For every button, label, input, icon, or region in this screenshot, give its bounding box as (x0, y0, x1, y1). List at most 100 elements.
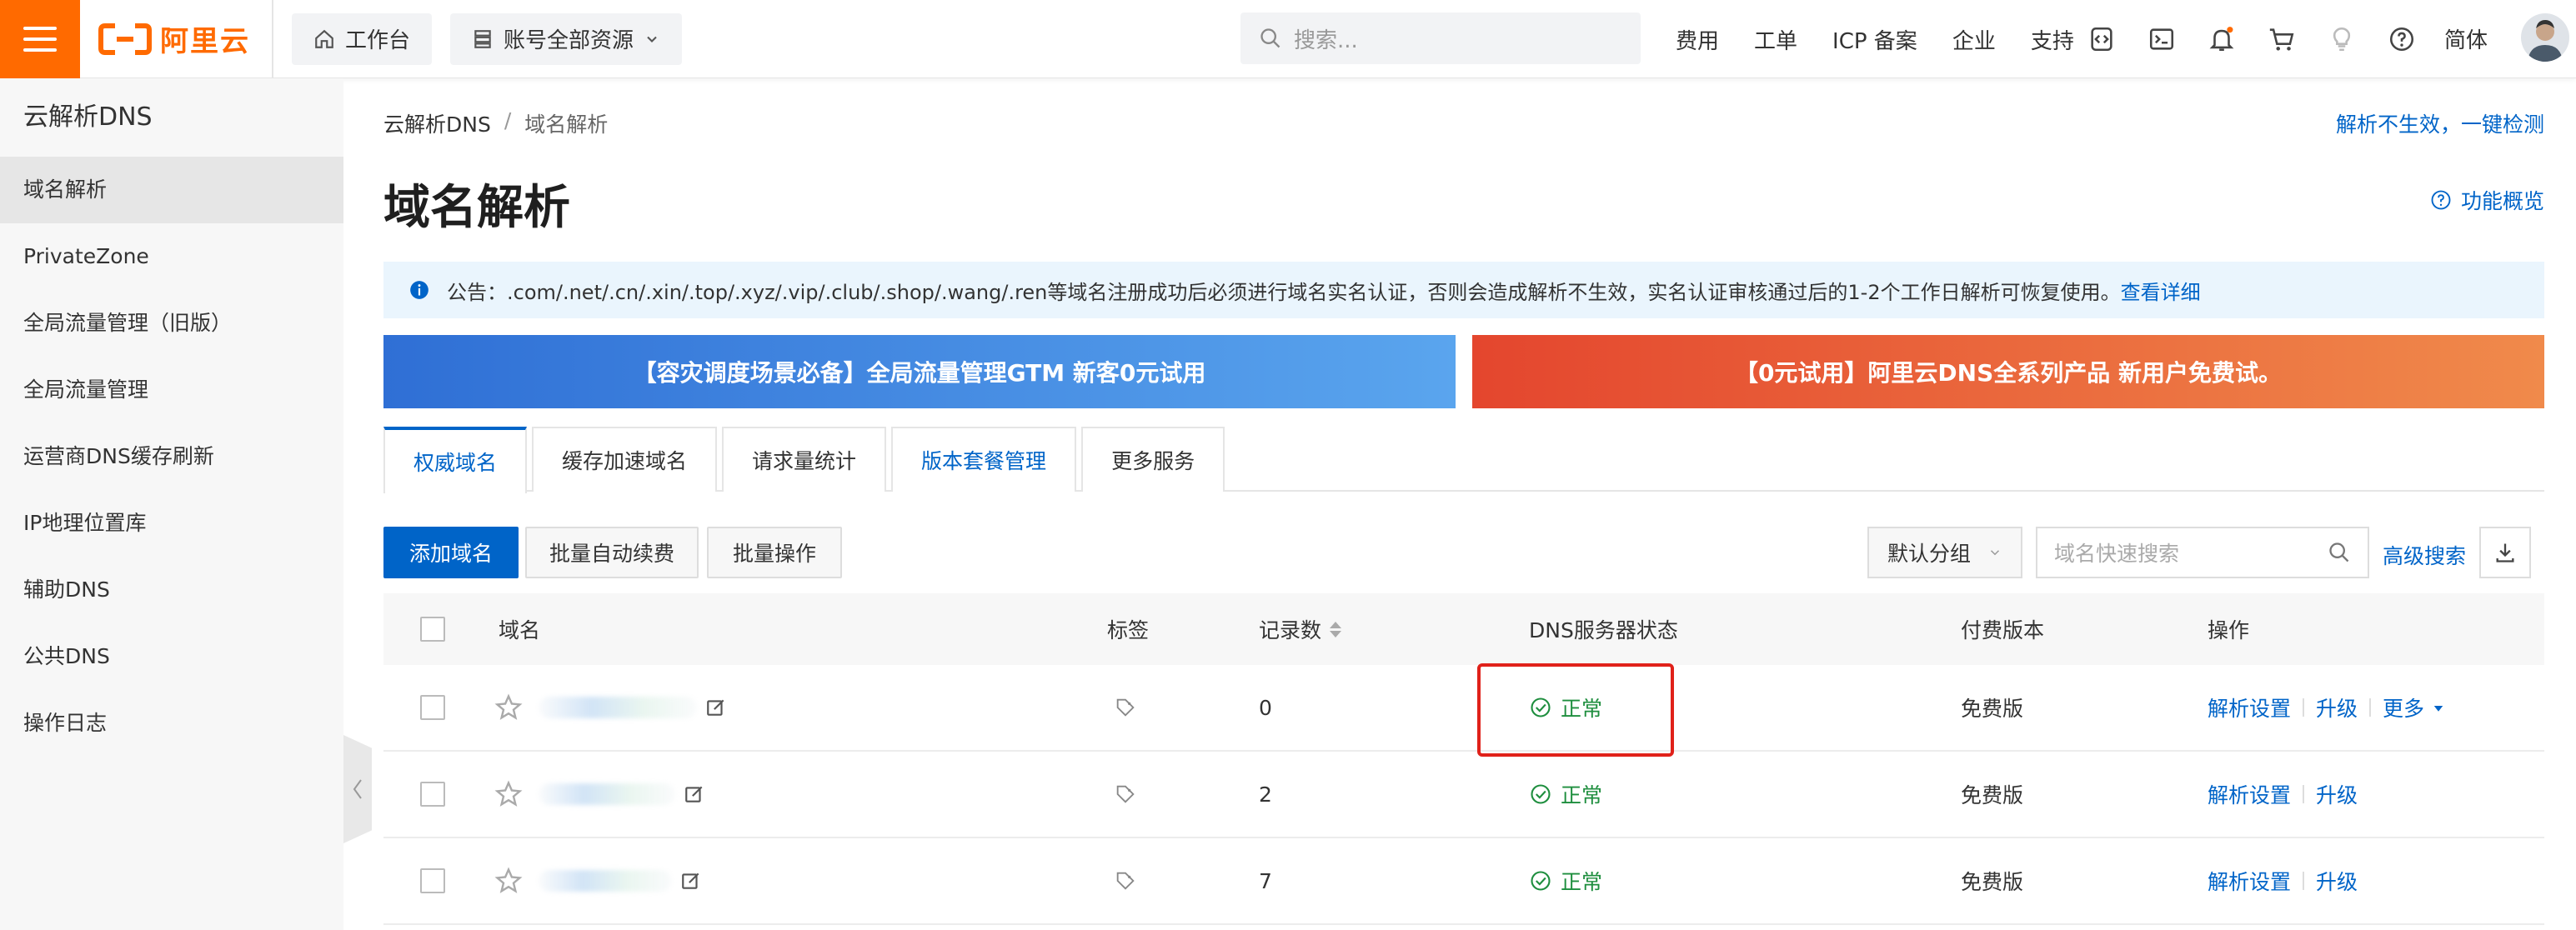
group-select[interactable]: 默认分组 (1867, 527, 2022, 578)
server-icon (474, 29, 491, 48)
search-icon[interactable] (2328, 541, 2351, 564)
action-divider (2303, 785, 2305, 803)
tab-more-services[interactable]: 更多服务 (1081, 427, 1225, 492)
redacted-domain-name (539, 870, 672, 892)
sidebar-item-cache-refresh[interactable]: 运营商DNS缓存刷新 (0, 423, 343, 490)
upgrade-link[interactable]: 升级 (2316, 779, 2358, 809)
resolve-settings-link[interactable]: 解析设置 (2208, 692, 2291, 722)
feature-overview-link[interactable]: 功能概览 (2429, 185, 2544, 215)
edition: 免费版 (1961, 783, 2024, 808)
resources-dropdown[interactable]: 账号全部资源 (450, 12, 683, 65)
resolve-settings-link[interactable]: 解析设置 (2208, 866, 2291, 896)
lightbulb-icon[interactable] (2328, 25, 2356, 53)
export-button[interactable] (2479, 527, 2531, 578)
edition: 免费版 (1961, 697, 2024, 721)
breadcrumb-item-current: 域名解析 (524, 112, 609, 137)
upgrade-link[interactable]: 升级 (2316, 866, 2358, 896)
tab-request-statistics[interactable]: 请求量统计 (722, 427, 887, 492)
star-icon[interactable] (494, 692, 524, 722)
row-checkbox[interactable] (420, 868, 445, 893)
gtm-promo-banner[interactable]: 【容灾调度场景必备】全局流量管理GTM 新客0元试用 (383, 335, 1456, 408)
domain-table: 域名 标签 记录数 DNS服务器状态 付费版本 操作 0 正常 免费版 解析设置… (383, 593, 2544, 925)
action-divider (2303, 872, 2305, 890)
tag-icon[interactable] (1114, 696, 1137, 719)
add-domain-button[interactable]: 添加域名 (383, 527, 519, 578)
sidebar-item-operation-log[interactable]: 操作日志 (0, 690, 343, 757)
global-search-input[interactable]: 搜索... (1240, 12, 1641, 64)
top-menu: 费用 工单 ICP 备案 企业 支持 (1676, 0, 2074, 78)
edit-icon[interactable] (680, 870, 702, 892)
avatar[interactable] (2521, 13, 2569, 62)
upgrade-link[interactable]: 升级 (2316, 692, 2358, 722)
row-checkbox-cell (420, 695, 445, 720)
menu-billing[interactable]: 费用 (1676, 24, 1719, 55)
help-icon[interactable] (2388, 25, 2416, 53)
tag-icon[interactable] (1114, 782, 1137, 806)
more-actions-label: 更多 (2383, 697, 2425, 721)
one-click-check-link[interactable]: 解析不生效，一键检测 (2336, 108, 2544, 138)
sidebar-item-privatezone[interactable]: PrivateZone (0, 223, 343, 290)
feature-overview-label: 功能概览 (2460, 189, 2544, 213)
breadcrumb: 云解析DNS / 域名解析 (383, 108, 608, 138)
page-title: 域名解析 (383, 181, 570, 235)
code-icon[interactable] (2087, 25, 2116, 53)
table-row: 0 正常 免费版 解析设置 升级 更多 (383, 663, 2544, 757)
workbench-button[interactable]: 工作台 (292, 12, 433, 65)
row-checkbox[interactable] (420, 782, 445, 807)
check-circle-icon (1531, 871, 1551, 891)
aliyun-logo-mark-icon (98, 22, 152, 55)
language-switch[interactable]: 简体 (2444, 23, 2488, 54)
domain-name-cell[interactable] (539, 697, 727, 718)
domain-name-cell[interactable] (539, 870, 702, 892)
edit-icon[interactable] (684, 783, 705, 805)
sidebar-collapse-handle[interactable] (343, 735, 372, 843)
terminal-icon[interactable] (2148, 25, 2176, 53)
table-row: 2 正常 免费版 解析设置 升级 (383, 752, 2544, 838)
menu-enterprise[interactable]: 企业 (1952, 24, 1996, 55)
chevron-down-icon (1990, 550, 2000, 556)
hamburger-menu-icon[interactable] (0, 0, 80, 78)
tab-authoritative-domains[interactable]: 权威域名 (383, 427, 528, 493)
redacted-domain-name (539, 697, 697, 718)
select-all-checkbox-cell (420, 617, 445, 642)
aliyun-logo[interactable]: 阿里云 (80, 0, 273, 78)
sidebar-item-public-dns[interactable]: 公共DNS (0, 623, 343, 690)
bell-icon[interactable] (2208, 25, 2236, 53)
sidebar-item-secondary-dns[interactable]: 辅助DNS (0, 557, 343, 623)
select-all-checkbox[interactable] (420, 617, 445, 642)
advanced-search-link[interactable]: 高级搜索 (2383, 540, 2466, 570)
row-checkbox[interactable] (420, 695, 445, 720)
sort-icon[interactable] (1330, 621, 1342, 638)
edit-icon[interactable] (705, 697, 727, 718)
dns-free-trial-banner[interactable]: 【0元试用】阿里云DNS全系列产品 新用户免费试。 (1472, 335, 2544, 408)
batch-auto-renew-button[interactable]: 批量自动续费 (525, 527, 699, 578)
more-actions-link[interactable]: 更多 (2383, 692, 2446, 722)
sidebar-item-gtm[interactable]: 全局流量管理 (0, 357, 343, 423)
tag-icon[interactable] (1114, 869, 1137, 892)
star-icon[interactable] (494, 866, 524, 896)
group-select-value: 默认分组 (1887, 542, 1972, 566)
breadcrumb-item-dns[interactable]: 云解析DNS (383, 108, 491, 138)
sidebar-item-domain-resolution[interactable]: 域名解析 (0, 157, 343, 223)
header-edition: 付费版本 (1961, 618, 2045, 642)
announcement-body: 公告：.com/.net/.cn/.xin/.top/.xyz/.vip/.cl… (447, 280, 2121, 304)
tab-cache-acceleration[interactable]: 缓存加速域名 (532, 427, 718, 492)
sidebar-item-ip-geo[interactable]: IP地理位置库 (0, 490, 343, 557)
star-icon[interactable] (494, 779, 524, 809)
sidebar-item-gtm-legacy[interactable]: 全局流量管理（旧版） (0, 290, 343, 357)
cart-icon[interactable] (2268, 25, 2296, 53)
domain-toolbar: 添加域名 批量自动续费 批量操作 默认分组 域名快速搜索 高级搜索 (383, 527, 2544, 578)
menu-icp[interactable]: ICP 备案 (1832, 24, 1917, 55)
domain-name-cell[interactable] (539, 783, 705, 805)
tab-version-package[interactable]: 版本套餐管理 (891, 427, 1077, 492)
domain-search-input[interactable]: 域名快速搜索 (2036, 527, 2369, 578)
row-checkbox-cell (420, 782, 445, 807)
batch-operation-button[interactable]: 批量操作 (707, 527, 842, 578)
menu-support[interactable]: 支持 (2031, 24, 2074, 55)
announcement-detail-link[interactable]: 查看详细 (2121, 281, 2201, 304)
menu-ticket[interactable]: 工单 (1754, 24, 1797, 55)
header-records[interactable]: 记录数 (1259, 614, 1342, 644)
logo-text: 阿里云 (160, 25, 250, 58)
resolve-settings-link[interactable]: 解析设置 (2208, 779, 2291, 809)
sidebar: 云解析DNS 域名解析 PrivateZone 全局流量管理（旧版） 全局流量管… (0, 78, 343, 930)
